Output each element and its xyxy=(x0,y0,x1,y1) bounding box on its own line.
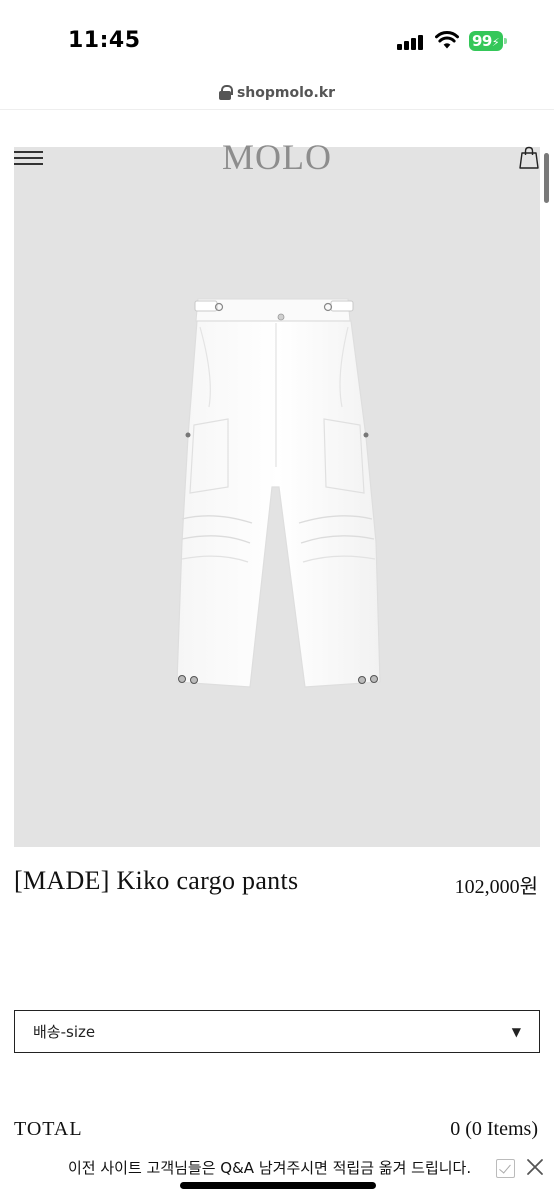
shopping-bag-icon[interactable] xyxy=(517,146,541,170)
option-select-value: 배송-size xyxy=(33,1023,96,1041)
address-bar[interactable]: shopmolo.kr xyxy=(0,76,554,110)
wifi-icon xyxy=(435,31,459,49)
home-indicator[interactable] xyxy=(180,1182,376,1189)
product-price: 102,000원 xyxy=(454,876,538,898)
product-name: [MADE] Kiko cargo pants xyxy=(14,866,299,895)
close-icon[interactable] xyxy=(524,1156,546,1178)
notice-text: 이전 사이트 고객님들은 Q&A 남겨주시면 적립금 옮겨 드립니다. xyxy=(68,1159,472,1177)
page-scrollbar[interactable] xyxy=(544,153,549,203)
site-logo[interactable]: MOLO xyxy=(0,136,554,178)
battery-level: 99⚡ xyxy=(469,31,503,51)
status-time: 11:45 xyxy=(68,28,141,53)
product-image[interactable] xyxy=(14,147,540,847)
battery-icon: 99⚡ xyxy=(469,31,507,51)
lock-icon xyxy=(218,85,233,100)
notice-bar: 이전 사이트 고객님들은 Q&A 남겨주시면 적립금 옮겨 드립니다. xyxy=(0,1140,554,1200)
signal-icon xyxy=(397,34,423,50)
status-bar: 11:45 99⚡ xyxy=(0,0,554,76)
white-cargo-pants-image xyxy=(176,298,381,688)
url-text: shopmolo.kr xyxy=(236,84,336,101)
dropdown-caret-icon: ▼ xyxy=(511,1024,521,1039)
total-value: 0 (0 Items) xyxy=(450,1118,538,1140)
total-label: TOTAL xyxy=(14,1118,83,1140)
size-option-select[interactable]: 배송-size ▼ xyxy=(14,1010,540,1053)
checkbox-icon[interactable] xyxy=(496,1159,515,1178)
